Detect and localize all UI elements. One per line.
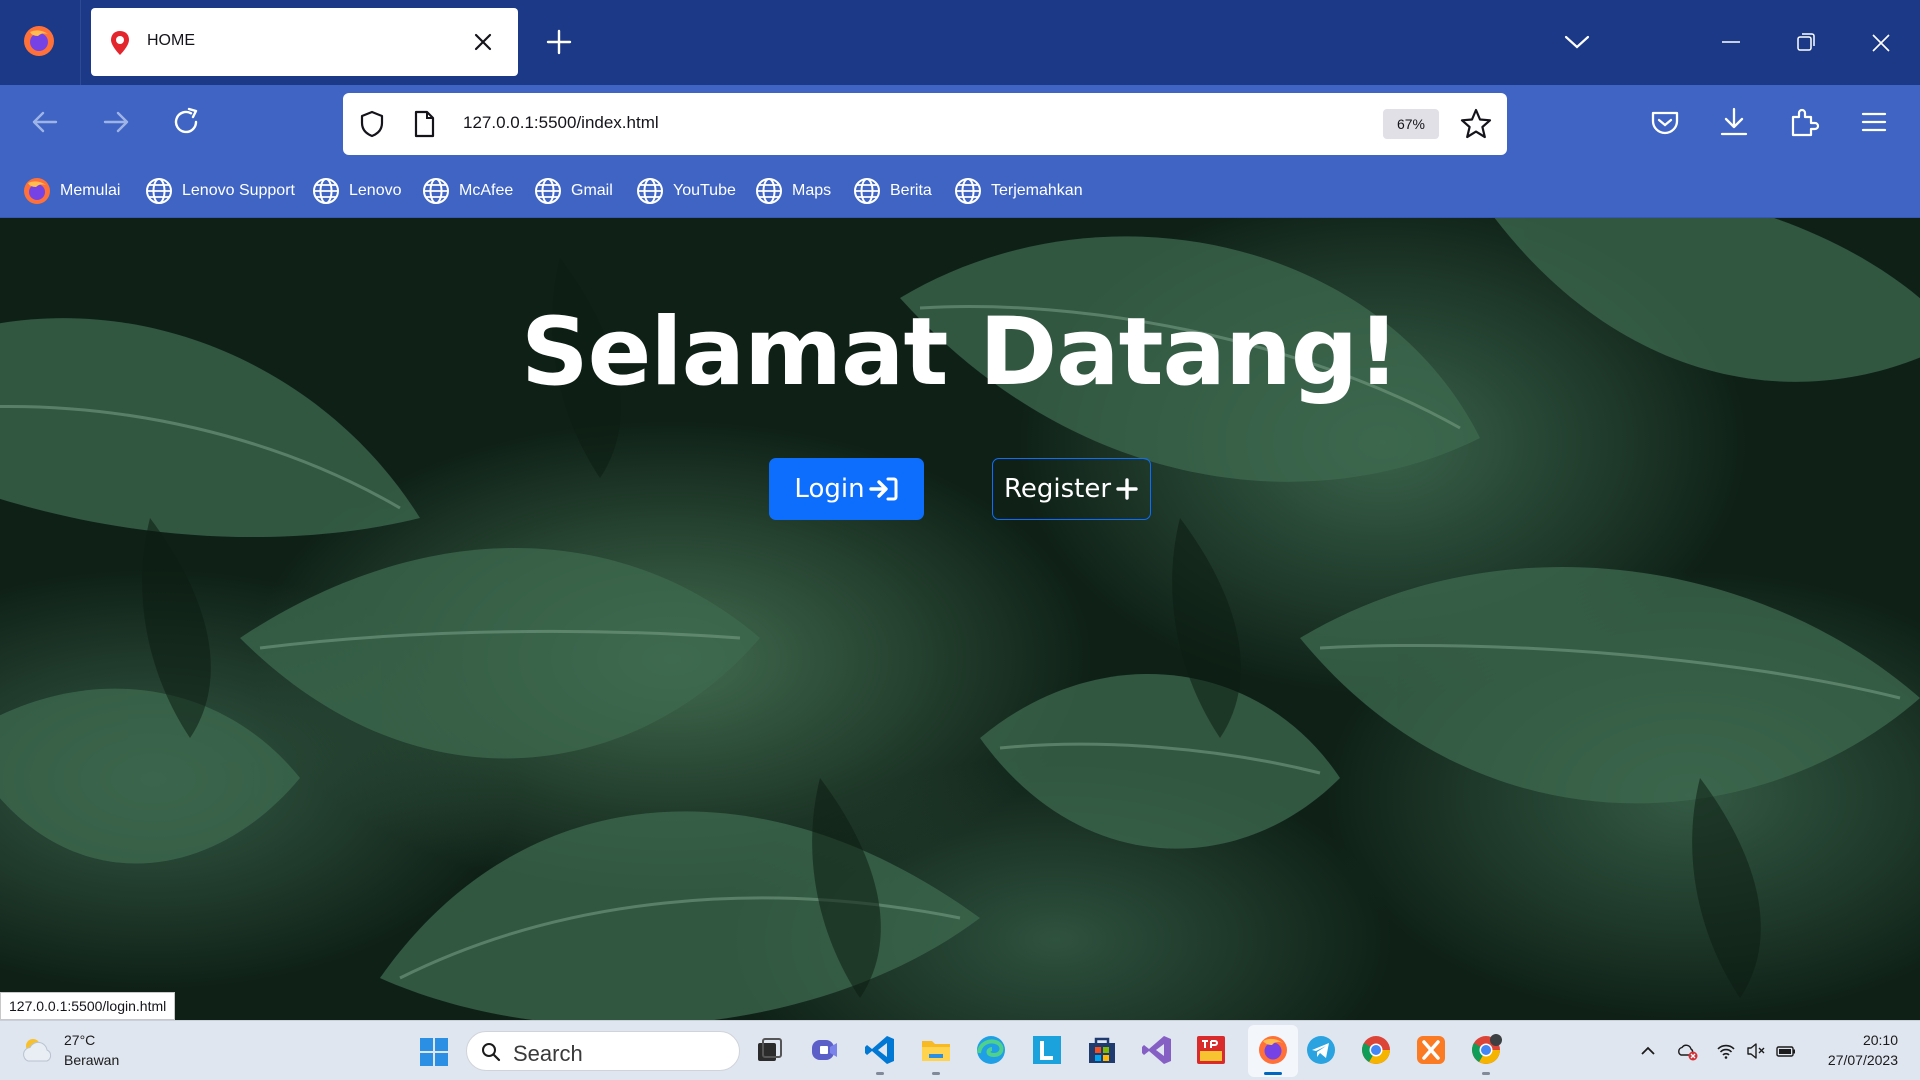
bookmark-youtube[interactable]: YouTube — [635, 175, 736, 207]
new-tab-icon[interactable] — [545, 28, 573, 56]
file-explorer-icon[interactable] — [919, 1033, 953, 1067]
forward-arrow-icon[interactable] — [99, 105, 133, 139]
edge-icon[interactable] — [974, 1033, 1008, 1067]
clock-date[interactable]: 27/07/2023 — [1818, 1052, 1898, 1068]
bookmark-terjemahkan[interactable]: Terjemahkan — [953, 175, 1083, 207]
bookmark-lenovo-support[interactable]: Lenovo Support — [144, 175, 295, 207]
battery-icon[interactable] — [1776, 1041, 1796, 1061]
map-pin-icon — [111, 31, 129, 55]
wps-office-icon[interactable] — [1194, 1033, 1228, 1067]
register-button[interactable]: Register — [992, 458, 1151, 520]
globe-icon — [756, 178, 782, 204]
bookmark-memulai[interactable]: Memulai — [22, 175, 120, 207]
reload-icon[interactable] — [169, 105, 203, 139]
wifi-icon[interactable] — [1716, 1041, 1736, 1061]
running-indicator — [876, 1072, 884, 1075]
extensions-icon[interactable] — [1787, 105, 1821, 139]
window-close-icon[interactable] — [1868, 30, 1894, 56]
globe-icon — [313, 178, 339, 204]
cloudy-weather-icon[interactable] — [20, 1035, 56, 1065]
browser-navbar: 127.0.0.1:5500/index.html 67% — [0, 85, 1920, 165]
page-info-icon[interactable] — [411, 109, 437, 139]
windows-taskbar: 27°C Berawan Search 20:10 27/07/2023 — [0, 1020, 1920, 1080]
plus-icon — [1116, 478, 1138, 500]
close-tab-icon[interactable] — [471, 30, 495, 54]
bookmark-label: Lenovo — [349, 182, 402, 199]
bookmark-berita[interactable]: Berita — [852, 175, 932, 207]
hamburger-menu-icon[interactable] — [1857, 105, 1891, 139]
firefox-taskbar-icon[interactable] — [1256, 1033, 1290, 1067]
titlebar-divider — [80, 0, 81, 85]
firefox-menu-icon[interactable] — [22, 24, 56, 58]
shield-icon[interactable] — [357, 109, 387, 139]
bookmark-label: Berita — [890, 182, 932, 199]
teams-icon[interactable] — [808, 1033, 842, 1067]
zoom-level-badge[interactable]: 67% — [1383, 109, 1439, 139]
tab-home[interactable]: HOME — [91, 8, 518, 76]
active-indicator — [1264, 1072, 1282, 1075]
login-button-label: Login — [794, 474, 865, 504]
search-placeholder: Search — [513, 1041, 583, 1066]
weather-description[interactable]: Berawan — [64, 1052, 119, 1068]
onedrive-error-icon[interactable] — [1678, 1041, 1698, 1061]
bookmark-label: Terjemahkan — [991, 182, 1083, 199]
bookmark-lenovo[interactable]: Lenovo — [311, 175, 402, 207]
windows-start-icon[interactable] — [418, 1036, 450, 1068]
bookmark-label: Memulai — [60, 182, 121, 199]
weather-temperature[interactable]: 27°C — [64, 1032, 95, 1048]
browser-titlebar: HOME — [0, 0, 1920, 85]
register-button-label: Register — [1003, 474, 1112, 504]
speaker-muted-icon[interactable] — [1746, 1041, 1766, 1061]
vscode-icon[interactable] — [863, 1033, 897, 1067]
chevron-down-icon[interactable] — [1563, 32, 1591, 52]
globe-icon — [955, 178, 981, 204]
restore-icon[interactable] — [1793, 30, 1819, 54]
search-icon — [482, 1043, 501, 1062]
xampp-icon[interactable] — [1414, 1033, 1448, 1067]
firefox-icon — [24, 178, 50, 204]
task-view-icon[interactable] — [752, 1033, 786, 1067]
globe-icon — [423, 178, 449, 204]
login-button[interactable]: Login — [769, 458, 924, 520]
microsoft-store-icon[interactable] — [1085, 1033, 1119, 1067]
download-icon[interactable] — [1717, 105, 1751, 139]
bookmark-maps[interactable]: Maps — [754, 175, 831, 207]
running-indicator — [932, 1072, 940, 1075]
link-status-bar: 127.0.0.1:5500/login.html — [0, 992, 176, 1020]
globe-icon — [535, 178, 561, 204]
bookmark-label: Gmail — [571, 182, 613, 199]
chrome-icon[interactable] — [1359, 1033, 1393, 1067]
page-title: Selamat Datang! — [520, 298, 1400, 407]
bookmarks-bar: Memulai Lenovo Support Lenovo McAfee Gma… — [0, 165, 1920, 218]
taskbar-search-box[interactable]: Search — [466, 1031, 740, 1071]
clock-time[interactable]: 20:10 — [1858, 1032, 1898, 1048]
address-bar[interactable]: 127.0.0.1:5500/index.html 67% — [343, 93, 1507, 155]
back-arrow-icon[interactable] — [28, 105, 62, 139]
tab-title: HOME — [147, 32, 195, 49]
bookmark-gmail[interactable]: Gmail — [533, 175, 613, 207]
minimize-icon[interactable] — [1718, 30, 1744, 54]
bookmark-label: Maps — [792, 182, 832, 199]
running-indicator — [1482, 1072, 1490, 1075]
globe-icon — [637, 178, 663, 204]
globe-icon — [146, 178, 172, 204]
globe-icon — [854, 178, 880, 204]
bookmark-mcafee[interactable]: McAfee — [421, 175, 513, 207]
pocket-icon[interactable] — [1648, 105, 1682, 139]
url-text[interactable]: 127.0.0.1:5500/index.html — [463, 113, 659, 133]
chrome-profile-icon[interactable] — [1469, 1033, 1503, 1067]
bookmark-label: YouTube — [673, 182, 736, 199]
telegram-icon[interactable] — [1304, 1033, 1338, 1067]
chevron-up-icon[interactable] — [1638, 1041, 1658, 1061]
visual-studio-icon[interactable] — [1140, 1033, 1174, 1067]
bookmark-label: Lenovo Support — [182, 182, 295, 199]
bookmark-label: McAfee — [459, 182, 514, 199]
page-content: Selamat Datang! Login Register — [0, 218, 1920, 1020]
sign-in-icon — [868, 477, 898, 501]
lenovo-vantage-icon[interactable] — [1030, 1033, 1064, 1067]
bookmark-star-icon[interactable] — [1459, 107, 1493, 141]
